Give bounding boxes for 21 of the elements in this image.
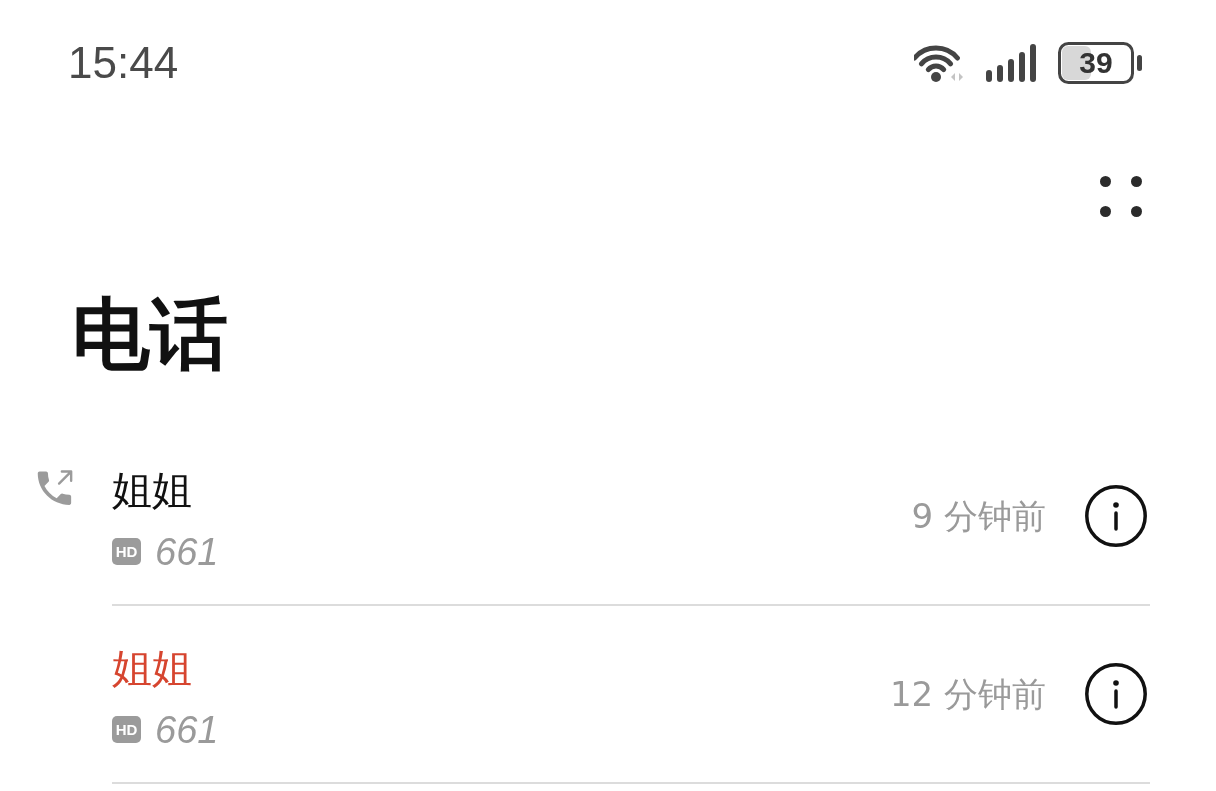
phone-outgoing-icon xyxy=(37,469,73,506)
hd-badge: HD xyxy=(112,538,141,566)
call-time: 12 分钟前 xyxy=(889,673,1046,714)
battery-percent: 39 xyxy=(1079,48,1113,78)
dots-icon xyxy=(1100,175,1142,217)
info-icon xyxy=(1085,484,1147,547)
status-time: 15:44 xyxy=(68,41,179,85)
battery-icon xyxy=(1058,42,1144,84)
contact-name: 姐姐 xyxy=(112,467,192,512)
info-button[interactable] xyxy=(1085,484,1147,547)
phone-number: 661 xyxy=(155,529,219,574)
contact-name: 姐姐 xyxy=(112,645,192,690)
wifi-icon xyxy=(914,43,964,83)
info-button[interactable] xyxy=(1085,662,1147,725)
signal-icon xyxy=(986,44,1036,82)
call-time: 9 分钟前 xyxy=(911,495,1046,536)
info-icon xyxy=(1085,662,1147,725)
phone-number: 661 xyxy=(155,707,219,752)
page-title: 电话 xyxy=(72,288,228,381)
hd-badge: HD xyxy=(112,716,141,744)
more-options-button[interactable] xyxy=(1100,175,1142,217)
